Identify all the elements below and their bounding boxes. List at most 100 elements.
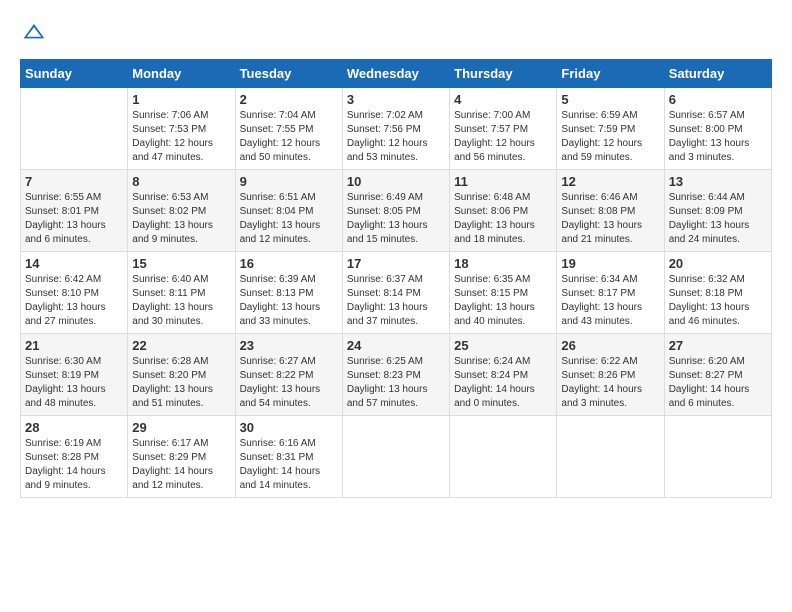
day-number: 12	[561, 174, 659, 189]
weekday-header-sunday: Sunday	[21, 60, 128, 88]
day-number: 19	[561, 256, 659, 271]
day-number: 8	[132, 174, 230, 189]
day-info: Sunrise: 6:51 AMSunset: 8:04 PMDaylight:…	[240, 191, 338, 247]
day-number: 7	[25, 174, 123, 189]
calendar-cell: 6Sunrise: 6:57 AMSunset: 8:00 PMDaylight…	[664, 88, 771, 170]
calendar-cell: 17Sunrise: 6:37 AMSunset: 8:14 PMDayligh…	[342, 252, 449, 334]
day-info: Sunrise: 6:35 AMSunset: 8:15 PMDaylight:…	[454, 273, 552, 329]
calendar-cell: 16 Sunrise: 6:39 AMSunset: 8:13 PMDayligh…	[235, 252, 342, 334]
calendar-cell: 25 Sunrise: 6:24 AMSunset: 8:24 PMDayligh…	[450, 334, 557, 416]
day-number: 2	[240, 92, 338, 107]
calendar-cell: 11 Sunrise: 6:48 AMSunset: 8:06 PMDayligh…	[450, 170, 557, 252]
day-info: Sunrise: 6:17 AMSunset: 8:29 PMDaylight:…	[132, 437, 230, 493]
calendar-cell: 10 Sunrise: 6:49 AMSunset: 8:05 PMDayligh…	[342, 170, 449, 252]
day-info: Sunrise: 6:16 AMSunset: 8:31 PMDaylight:…	[240, 437, 338, 493]
day-number: 9	[240, 174, 338, 189]
weekday-header-wednesday: Wednesday	[342, 60, 449, 88]
day-info: Sunrise: 6:32 AMSunset: 8:18 PMDaylight:…	[669, 273, 767, 329]
day-info: Sunrise: 7:00 AMSunset: 7:57 PMDaylight:…	[454, 109, 552, 165]
calendar-cell: 27 Sunrise: 6:20 AMSunset: 8:27 PMDayligh…	[664, 334, 771, 416]
calendar-cell: 28 Sunrise: 6:19 AMSunset: 8:28 PMDayligh…	[21, 416, 128, 498]
calendar-cell: 29 Sunrise: 6:17 AMSunset: 8:29 PMDayligh…	[128, 416, 235, 498]
calendar-table: SundayMondayTuesdayWednesdayThursdayFrid…	[20, 59, 772, 498]
day-info: Sunrise: 6:55 AMSunset: 8:01 PMDaylight:…	[25, 191, 123, 247]
day-info: Sunrise: 7:02 AMSunset: 7:56 PMDaylight:…	[347, 109, 445, 165]
calendar-week-2: 7 Sunrise: 6:55 AMSunset: 8:01 PMDaylight…	[21, 170, 772, 252]
day-number: 26	[561, 338, 659, 353]
day-info: Sunrise: 6:42 AMSunset: 8:10 PMDaylight:…	[25, 273, 123, 329]
calendar-cell: 18 Sunrise: 6:35 AMSunset: 8:15 PMDayligh…	[450, 252, 557, 334]
day-info: Sunrise: 6:19 AMSunset: 8:28 PMDaylight:…	[25, 437, 123, 493]
day-number: 18	[454, 256, 552, 271]
calendar-cell: 15 Sunrise: 6:40 AMSunset: 8:11 PMDayligh…	[128, 252, 235, 334]
day-info: Sunrise: 6:25 AMSunset: 8:23 PMDaylight:…	[347, 355, 445, 411]
day-number: 25	[454, 338, 552, 353]
weekday-header-thursday: Thursday	[450, 60, 557, 88]
calendar-cell	[342, 416, 449, 498]
day-number: 30	[240, 420, 338, 435]
calendar-cell: 26 Sunrise: 6:22 AMSunset: 8:26 PMDayligh…	[557, 334, 664, 416]
day-number: 29	[132, 420, 230, 435]
day-number: 13	[669, 174, 767, 189]
page-header	[20, 20, 772, 49]
day-info: Sunrise: 6:30 AMSunset: 8:19 PMDaylight:…	[25, 355, 123, 411]
calendar-cell	[664, 416, 771, 498]
day-number: 1	[132, 92, 230, 107]
day-number: 6	[669, 92, 767, 107]
calendar-week-3: 14 Sunrise: 6:42 AMSunset: 8:10 PMDayligh…	[21, 252, 772, 334]
day-number: 16	[240, 256, 338, 271]
weekday-header-row: SundayMondayTuesdayWednesdayThursdayFrid…	[21, 60, 772, 88]
day-info: Sunrise: 6:24 AMSunset: 8:24 PMDaylight:…	[454, 355, 552, 411]
day-number: 20	[669, 256, 767, 271]
day-number: 27	[669, 338, 767, 353]
day-number: 10	[347, 174, 445, 189]
calendar-cell	[21, 88, 128, 170]
day-info: Sunrise: 6:22 AMSunset: 8:26 PMDaylight:…	[561, 355, 659, 411]
calendar-cell: 7 Sunrise: 6:55 AMSunset: 8:01 PMDaylight…	[21, 170, 128, 252]
calendar-cell: 5Sunrise: 6:59 AMSunset: 7:59 PMDaylight…	[557, 88, 664, 170]
day-info: Sunrise: 6:53 AMSunset: 8:02 PMDaylight:…	[132, 191, 230, 247]
calendar-cell: 30 Sunrise: 6:16 AMSunset: 8:31 PMDayligh…	[235, 416, 342, 498]
calendar-cell: 23 Sunrise: 6:27 AMSunset: 8:22 PMDayligh…	[235, 334, 342, 416]
calendar-week-5: 28 Sunrise: 6:19 AMSunset: 8:28 PMDayligh…	[21, 416, 772, 498]
calendar-week-4: 21 Sunrise: 6:30 AMSunset: 8:19 PMDayligh…	[21, 334, 772, 416]
day-number: 23	[240, 338, 338, 353]
weekday-header-friday: Friday	[557, 60, 664, 88]
calendar-cell: 21 Sunrise: 6:30 AMSunset: 8:19 PMDayligh…	[21, 334, 128, 416]
day-number: 24	[347, 338, 445, 353]
day-info: Sunrise: 6:59 AMSunset: 7:59 PMDaylight:…	[561, 109, 659, 165]
calendar-cell: 1 Sunrise: 7:06 AMSunset: 7:53 PMDaylight…	[128, 88, 235, 170]
day-info: Sunrise: 6:39 AMSunset: 8:13 PMDaylight:…	[240, 273, 338, 329]
calendar-cell	[557, 416, 664, 498]
day-number: 11	[454, 174, 552, 189]
calendar-cell: 24 Sunrise: 6:25 AMSunset: 8:23 PMDayligh…	[342, 334, 449, 416]
day-info: Sunrise: 6:37 AMSunset: 8:14 PMDaylight:…	[347, 273, 445, 329]
day-info: Sunrise: 6:44 AMSunset: 8:09 PMDaylight:…	[669, 191, 767, 247]
calendar-cell	[450, 416, 557, 498]
calendar-cell: 19 Sunrise: 6:34 AMSunset: 8:17 PMDayligh…	[557, 252, 664, 334]
calendar-cell: 4 Sunrise: 7:00 AMSunset: 7:57 PMDaylight…	[450, 88, 557, 170]
day-number: 4	[454, 92, 552, 107]
calendar-week-1: 1 Sunrise: 7:06 AMSunset: 7:53 PMDaylight…	[21, 88, 772, 170]
day-info: Sunrise: 6:48 AMSunset: 8:06 PMDaylight:…	[454, 191, 552, 247]
calendar-cell: 8 Sunrise: 6:53 AMSunset: 8:02 PMDaylight…	[128, 170, 235, 252]
day-info: Sunrise: 7:06 AMSunset: 7:53 PMDaylight:…	[132, 109, 230, 165]
weekday-header-tuesday: Tuesday	[235, 60, 342, 88]
day-info: Sunrise: 6:40 AMSunset: 8:11 PMDaylight:…	[132, 273, 230, 329]
calendar-cell: 3Sunrise: 7:02 AMSunset: 7:56 PMDaylight…	[342, 88, 449, 170]
calendar-cell: 14 Sunrise: 6:42 AMSunset: 8:10 PMDayligh…	[21, 252, 128, 334]
day-info: Sunrise: 6:20 AMSunset: 8:27 PMDaylight:…	[669, 355, 767, 411]
day-number: 14	[25, 256, 123, 271]
day-number: 15	[132, 256, 230, 271]
day-info: Sunrise: 6:27 AMSunset: 8:22 PMDaylight:…	[240, 355, 338, 411]
day-number: 21	[25, 338, 123, 353]
day-info: Sunrise: 6:46 AMSunset: 8:08 PMDaylight:…	[561, 191, 659, 247]
weekday-header-saturday: Saturday	[664, 60, 771, 88]
day-info: Sunrise: 6:49 AMSunset: 8:05 PMDaylight:…	[347, 191, 445, 247]
calendar-cell: 9 Sunrise: 6:51 AMSunset: 8:04 PMDaylight…	[235, 170, 342, 252]
calendar-cell: 12 Sunrise: 6:46 AMSunset: 8:08 PMDayligh…	[557, 170, 664, 252]
day-number: 28	[25, 420, 123, 435]
weekday-header-monday: Monday	[128, 60, 235, 88]
day-info: Sunrise: 6:34 AMSunset: 8:17 PMDaylight:…	[561, 273, 659, 329]
calendar-cell: 22Sunrise: 6:28 AMSunset: 8:20 PMDayligh…	[128, 334, 235, 416]
